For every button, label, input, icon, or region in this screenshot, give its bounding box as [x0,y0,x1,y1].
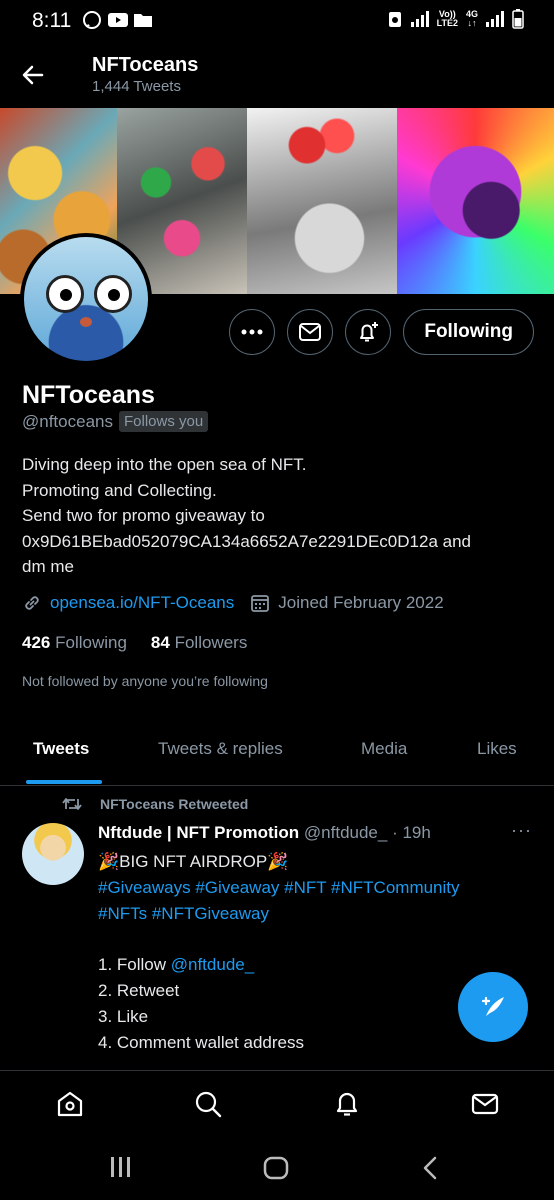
tweet-hashtags[interactable]: #NFTs #NFTGiveaway [98,901,538,927]
bio-line: Diving deep into the open sea of NFT. [22,455,307,474]
notify-bell-icon [360,322,379,342]
youtube-icon [108,13,128,27]
signal-icon-2 [486,11,504,27]
profile-joined-date: Joined February 2022 [278,593,444,612]
message-button[interactable] [287,309,334,355]
active-tab-indicator [26,780,102,784]
whatsapp-icon [83,11,101,29]
profile-tabs: Tweets Tweets & replies Media Likes [0,724,554,786]
lte-label: LTE2 [436,18,458,28]
profile-meta: opensea.io/NFT-Oceans Joined February 20… [22,593,444,613]
tweet-author-handle: @nftdude_ [303,823,388,842]
bell-icon[interactable] [332,1089,362,1119]
following-button[interactable]: Following [403,309,534,355]
retweeted-by: NFToceans Retweeted [100,796,249,812]
back-nav-icon[interactable] [422,1156,438,1180]
bio-line: Promoting and Collecting. [22,480,217,500]
tab-likes[interactable]: Likes [477,739,517,759]
system-navigation [0,1136,554,1200]
profile-website-link[interactable]: opensea.io/NFT-Oceans [50,593,234,613]
banner-art-3 [247,108,397,294]
recycle-icon [388,12,401,27]
status-bar: 8:11 Vo)) LTE2 4G ↓↑ [0,0,554,40]
profile-actions: Following [229,309,534,355]
profile-name: NFToceans [22,381,155,409]
header-tweet-count: 1,444 Tweets [92,78,181,95]
followers-count-link[interactable]: 84 Followers [151,633,247,653]
tweet-hashtags[interactable]: #Giveaways #Giveaway #NFT #NFTCommunity [98,875,538,901]
banner-art-4 [397,108,554,294]
bottom-navigation [0,1070,554,1136]
tweet-mention[interactable]: @nftdude_ [171,955,254,974]
notifications-button[interactable] [345,309,392,355]
home-nav-icon[interactable] [263,1156,289,1180]
message-icon [299,323,322,341]
back-arrow-icon[interactable] [20,62,46,88]
tweet-line: 🎉BIG NFT AIRDROP🎉 [98,852,289,871]
compose-tweet-button[interactable] [458,972,528,1042]
profile-handle: @nftoceans [22,411,113,431]
retweet-icon [62,798,82,810]
status-time: 8:11 [32,9,72,32]
search-icon[interactable] [193,1089,223,1119]
recent-apps-icon[interactable] [110,1156,132,1178]
more-icon [241,329,263,335]
tab-tweets-replies[interactable]: Tweets & replies [158,739,283,759]
tweet-author-avatar[interactable] [22,823,84,885]
folder-icon [134,14,152,27]
following-count: 426 [22,633,51,652]
bio-line: 0x9D61BEbad052079CA134a6652A7e2291DEc0D1… [22,531,471,551]
tweet-line: 1. Follow [98,955,171,975]
following-count-link[interactable]: 426 Following [22,633,127,653]
tab-tweets[interactable]: Tweets [33,739,89,759]
profile-bio: Diving deep into the open sea of NFT. Pr… [22,452,542,580]
link-icon [25,596,39,610]
follows-you-badge: Follows you [118,411,209,432]
tweet-time: · 19h [392,823,431,842]
bio-line: dm me [22,557,74,576]
compose-icon [481,996,504,1016]
tweet-author-name[interactable]: Nftdude | NFT Promotion [98,823,299,842]
following-label: Following [55,633,127,652]
bio-line: Send two for promo giveaway to [22,506,265,525]
more-button[interactable] [229,309,276,355]
not-followed-note: Not followed by anyone you’re following [22,673,268,689]
battery-icon [512,9,524,29]
followers-count: 84 [150,633,170,652]
mail-icon[interactable] [470,1089,500,1119]
calendar-icon [251,595,270,612]
tweet-more-button[interactable]: ··· [511,820,532,841]
header-title: NFToceans [92,54,199,76]
followers-label: Followers [174,633,248,652]
tab-media[interactable]: Media [361,739,407,759]
home-icon[interactable] [55,1089,85,1119]
profile-avatar[interactable] [20,233,152,365]
profile-header: NFToceans 1,444 Tweets [0,40,554,108]
signal-icon [410,11,429,27]
